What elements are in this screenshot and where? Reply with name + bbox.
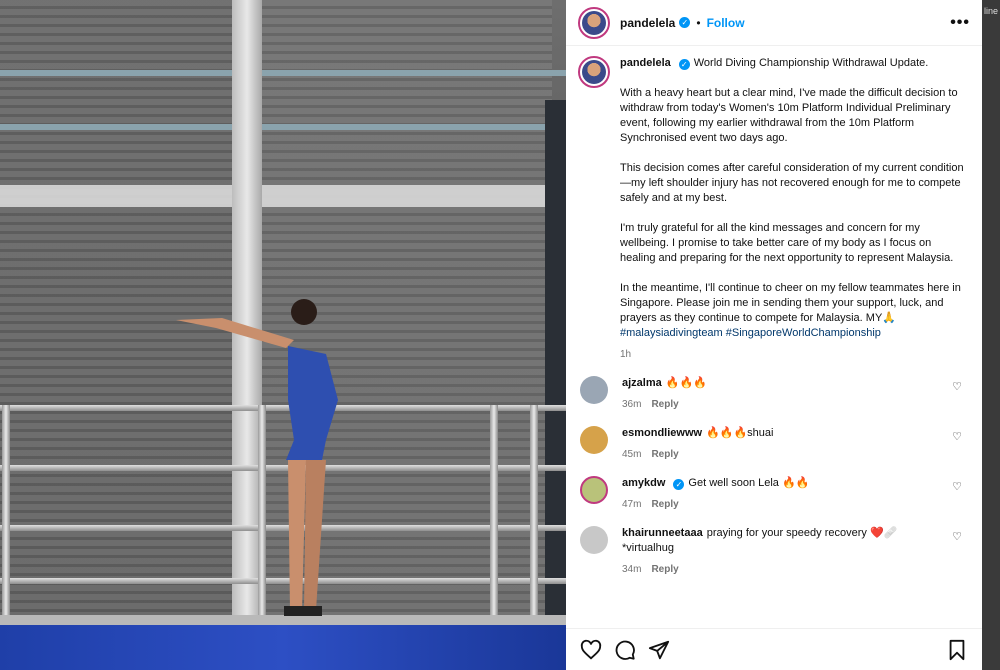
comment-username[interactable]: ajzalma (622, 377, 662, 389)
caption-avatar[interactable] (578, 56, 610, 88)
verified-badge-icon: ✓ (679, 17, 691, 28)
railing-post (2, 405, 10, 630)
caption-username[interactable]: pandelela (620, 57, 671, 69)
post-timestamp: 1h (620, 349, 632, 360)
comments-scroll-area[interactable]: pandelela ✓ World Diving Championship With… (566, 56, 982, 628)
background-page-edge: line (982, 0, 1000, 670)
comment-avatar[interactable] (580, 526, 608, 554)
post-caption: pandelela ✓ World Diving Championship With… (578, 56, 970, 362)
verified-badge-icon: ✓ (673, 479, 685, 490)
reply-button[interactable]: Reply (651, 499, 678, 510)
like-comment-heart-icon[interactable]: ♡ (952, 530, 962, 543)
author-username[interactable]: pandelela (620, 16, 675, 30)
like-heart-icon[interactable] (580, 639, 602, 661)
hashtags-link[interactable]: #malaysiadivingteam #SingaporeWorldChamp… (620, 326, 966, 341)
wall-beam (0, 185, 566, 207)
comment-time: 45m (622, 449, 642, 460)
comment-item: khairunneetaaa praying for your speedy re… (578, 526, 970, 577)
roof-truss (0, 70, 566, 130)
comment-avatar[interactable] (580, 476, 608, 504)
post-header: pandelela ✓ • Follow ••• (566, 0, 982, 46)
follow-button[interactable]: Follow (707, 16, 745, 30)
railing-post (490, 405, 498, 630)
comment-text: Get well soon Lela 🔥🔥 (688, 477, 810, 489)
reply-button[interactable]: Reply (651, 449, 678, 460)
caption-paragraph: In the meantime, I'll continue to cheer … (620, 282, 961, 324)
like-comment-heart-icon[interactable]: ♡ (952, 380, 962, 393)
instagram-post-view: pandelela ✓ • Follow ••• pandelela ✓ World… (0, 0, 1000, 670)
comment-text: 🔥🔥🔥shuai (706, 427, 774, 439)
comment-username[interactable]: esmondliewww (622, 427, 702, 439)
comment-item: ajzalma 🔥🔥🔥 36m Reply ♡ (578, 376, 970, 412)
like-comment-heart-icon[interactable]: ♡ (952, 430, 962, 443)
comment-item: esmondliewww 🔥🔥🔥shuai 45m Reply ♡ (578, 426, 970, 462)
comment-username[interactable]: khairunneetaaa (622, 527, 703, 539)
comment-avatar[interactable] (580, 426, 608, 454)
dark-column (545, 100, 566, 620)
caption-paragraph: With a heavy heart but a clear mind, I'v… (620, 87, 958, 144)
reply-button[interactable]: Reply (651, 564, 678, 575)
comment-time: 47m (622, 499, 642, 510)
save-bookmark-icon[interactable] (946, 639, 968, 661)
caption-headline: World Diving Championship Withdrawal Upd… (693, 57, 929, 69)
comment-time: 34m (622, 564, 642, 575)
comment-username[interactable]: amykdw (622, 477, 665, 489)
caption-paragraph: This decision comes after careful consid… (620, 162, 964, 204)
post-panel: pandelela ✓ • Follow ••• pandelela ✓ World… (566, 0, 982, 670)
pool-water (0, 625, 566, 670)
like-comment-heart-icon[interactable]: ♡ (952, 480, 962, 493)
author-avatar[interactable] (578, 6, 610, 39)
reply-button[interactable]: Reply (651, 399, 678, 410)
edge-text: line (984, 6, 999, 16)
caption-paragraph: I'm truly grateful for all the kind mess… (620, 222, 954, 264)
more-options-icon[interactable]: ••• (950, 14, 970, 32)
comment-avatar[interactable] (580, 376, 608, 404)
railing-post (530, 405, 538, 630)
verified-badge-icon: ✓ (678, 59, 690, 70)
comment-text: 🔥🔥🔥 (665, 377, 707, 389)
post-photo[interactable] (0, 0, 566, 670)
comment-item: amykdw ✓ Get well soon Lela 🔥🔥 47m Reply ♡ (578, 476, 970, 512)
comment-bubble-icon[interactable] (614, 639, 636, 661)
diver-figure (176, 299, 338, 616)
share-send-icon[interactable] (648, 639, 670, 661)
post-action-bar (566, 628, 982, 670)
comment-time: 36m (622, 399, 642, 410)
separator-dot: • (696, 15, 701, 30)
